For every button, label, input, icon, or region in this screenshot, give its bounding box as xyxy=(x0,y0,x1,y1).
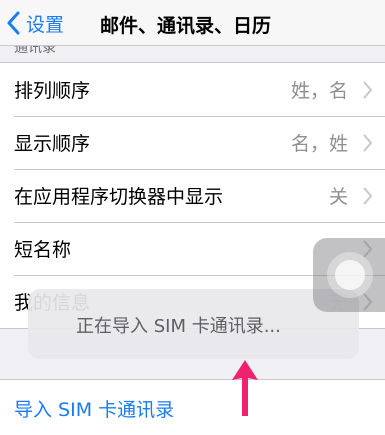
arrow-up-icon xyxy=(230,358,260,424)
row-value: 关 xyxy=(328,186,348,208)
row-label: 短名称 xyxy=(14,239,72,261)
import-progress-toast: 正在导入 SIM 卡通讯录... xyxy=(28,289,359,359)
row-value: 名，姓 xyxy=(290,133,348,155)
back-button[interactable]: 设置 xyxy=(6,8,64,38)
chevron-right-icon xyxy=(363,187,373,209)
chevron-right-icon xyxy=(363,81,373,103)
row-display-order[interactable]: 显示顺序 名，姓 xyxy=(0,116,385,169)
chevron-right-icon xyxy=(363,134,373,156)
row-label: 在应用程序切换器中显示 xyxy=(14,186,224,208)
row-value: 姓，名 xyxy=(290,80,348,102)
toast-message: 正在导入 SIM 卡通讯录... xyxy=(76,316,281,337)
import-sim-contacts-button[interactable]: 导入 SIM 卡通讯录 xyxy=(0,379,385,435)
row-app-switcher[interactable]: 在应用程序切换器中显示 关 xyxy=(0,169,385,222)
back-button-label: 设置 xyxy=(26,13,65,36)
row-sort-order[interactable]: 排列顺序 姓，名 xyxy=(0,63,385,116)
import-sim-contacts-label: 导入 SIM 卡通讯录 xyxy=(14,399,175,421)
row-label: 显示顺序 xyxy=(14,133,91,155)
assistive-touch-icon[interactable] xyxy=(313,238,385,312)
page-title: 邮件、通讯录、日历 xyxy=(100,15,272,37)
row-label: 排列顺序 xyxy=(14,80,91,102)
chevron-left-icon xyxy=(6,11,20,35)
navigation-bar: 设置 邮件、通讯录、日历 xyxy=(0,0,385,46)
